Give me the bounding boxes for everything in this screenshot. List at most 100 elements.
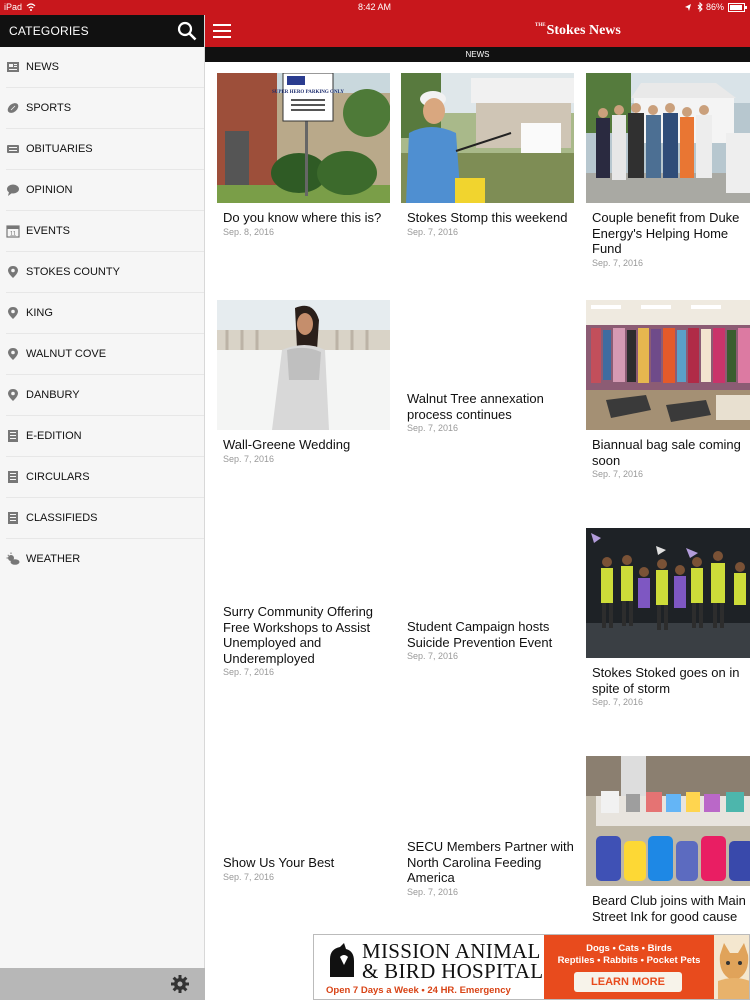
category-list: NEWS SPORTS OBITUARIES OPINION 11 EVENTS… bbox=[0, 47, 204, 580]
sidebar-item-classifieds[interactable]: CLASSIFIEDS bbox=[6, 498, 204, 539]
location-pin-icon bbox=[8, 266, 18, 278]
search-icon[interactable] bbox=[177, 21, 197, 41]
bride-photo bbox=[217, 300, 390, 430]
newspaper-icon bbox=[7, 62, 19, 72]
sidebar-item-e-edition[interactable]: E-EDITION bbox=[6, 416, 204, 457]
article-card[interactable]: Student Campaign hosts Suicide Preventio… bbox=[401, 612, 576, 661]
sidebar-item-weather[interactable]: WEATHER bbox=[6, 539, 204, 580]
ad-services-area: Dogs • Cats • Birds Reptiles • Rabbits •… bbox=[544, 935, 714, 999]
sidebar-item-label: CIRCULARS bbox=[26, 471, 90, 483]
ad-animals-line1: Dogs • Cats • Birds bbox=[586, 943, 672, 954]
article-card[interactable]: Surry Community Offering Free Workshops … bbox=[217, 597, 392, 677]
article-card[interactable]: Biannual bag sale coming soon Sep. 7, 20… bbox=[586, 300, 750, 479]
learn-more-button[interactable]: LEARN MORE bbox=[574, 972, 682, 992]
battery-percent: 86% bbox=[706, 2, 725, 12]
sidebar-item-walnut-cove[interactable]: WALNUT COVE bbox=[6, 334, 204, 375]
article-date: Sep. 7, 2016 bbox=[407, 886, 459, 897]
article-title: Beard Club joins with Main Street Ink fo… bbox=[592, 893, 746, 924]
battery-icon bbox=[728, 3, 747, 12]
sidebar-item-label: WEATHER bbox=[26, 553, 81, 565]
sidebar-item-label: EVENTS bbox=[26, 225, 71, 237]
article-title: Walnut Tree annexation process continues bbox=[407, 391, 544, 422]
sidebar-title: CATEGORIES bbox=[9, 24, 89, 38]
location-pin-icon bbox=[8, 307, 18, 319]
article-title: SECU Members Partner with North Carolina… bbox=[407, 839, 574, 885]
document-icon bbox=[8, 430, 18, 442]
sidebar-item-circulars[interactable]: CIRCULARS bbox=[6, 457, 204, 498]
ad-tagline: Open 7 Days a Week • 24 HR. Emergency bbox=[326, 985, 511, 996]
sidebar-item-label: DANBURY bbox=[26, 389, 80, 401]
article-card[interactable]: SECU Members Partner with North Carolina… bbox=[401, 832, 576, 897]
sidebar-item-label: WALNUT COVE bbox=[26, 348, 107, 360]
football-icon bbox=[7, 103, 19, 113]
article-date: Sep. 8, 2016 bbox=[223, 226, 275, 237]
article-thumbnail bbox=[586, 73, 750, 203]
sidebar-item-danbury[interactable]: DANBURY bbox=[6, 375, 204, 416]
article-grid: SUPER HERO PARKING ONLY Do you know wher… bbox=[205, 62, 750, 952]
wifi-icon bbox=[26, 3, 36, 11]
sidebar-item-events[interactable]: 11 EVENTS bbox=[6, 211, 204, 252]
article-date: Sep. 7, 2016 bbox=[407, 226, 459, 237]
hamburger-menu-icon[interactable] bbox=[213, 24, 231, 38]
article-date: Sep. 7, 2016 bbox=[407, 651, 459, 661]
article-card[interactable]: Couple benefit from Duke Energy's Helpin… bbox=[586, 73, 750, 268]
article-date: Sep. 7, 2016 bbox=[223, 871, 275, 882]
document-icon bbox=[8, 471, 18, 483]
kitten-photo bbox=[714, 935, 749, 999]
sidebar-item-opinion[interactable]: OPINION bbox=[6, 170, 204, 211]
article-card[interactable]: SUPER HERO PARKING ONLY Do you know wher… bbox=[217, 73, 392, 237]
sidebar-item-sports[interactable]: SPORTS bbox=[6, 88, 204, 129]
article-title: Stokes Stomp this weekend bbox=[407, 210, 568, 225]
article-title: Show Us Your Best bbox=[223, 855, 335, 870]
clothing-rack-photo bbox=[586, 300, 750, 430]
group-photo bbox=[586, 73, 750, 203]
categories-sidebar: CATEGORIES NEWS SPORTS OBITUARIES OPINIO… bbox=[0, 15, 205, 1000]
sidebar-item-king[interactable]: KING bbox=[6, 293, 204, 334]
ad-kitten-image bbox=[714, 935, 749, 999]
ad-line2: & BIRD HOSPITAL bbox=[362, 959, 544, 983]
logo-the: THE bbox=[535, 23, 546, 28]
article-title: Do you know where this is? bbox=[223, 210, 382, 225]
article-thumbnail bbox=[586, 528, 750, 658]
device-label: iPad bbox=[4, 2, 23, 12]
sidebar-item-label: SPORTS bbox=[26, 102, 72, 114]
dog-bird-logo-icon bbox=[330, 943, 354, 977]
sidebar-item-news[interactable]: NEWS bbox=[6, 47, 204, 88]
article-date: Sep. 7, 2016 bbox=[592, 469, 644, 479]
ad-banner[interactable]: MISSION ANIMAL & BIRD HOSPITAL Open 7 Da… bbox=[313, 934, 750, 1000]
sidebar-item-label: STOKES COUNTY bbox=[26, 266, 120, 278]
article-title: Biannual bag sale coming soon bbox=[592, 437, 741, 468]
gear-icon[interactable] bbox=[170, 974, 190, 994]
article-thumbnail bbox=[586, 756, 750, 886]
article-date: Sep. 7, 2016 bbox=[592, 697, 644, 707]
bluetooth-icon bbox=[697, 2, 703, 13]
speech-bubble-icon bbox=[7, 184, 19, 196]
document-icon bbox=[8, 512, 18, 524]
app-header: THEStokes News bbox=[205, 15, 750, 47]
sidebar-item-label: KING bbox=[26, 307, 53, 319]
article-card[interactable]: Walnut Tree annexation process continues… bbox=[401, 384, 576, 433]
sidebar-item-stokes-county[interactable]: STOKES COUNTY bbox=[6, 252, 204, 293]
article-card[interactable]: Beard Club joins with Main Street Ink fo… bbox=[586, 756, 750, 924]
svg-text:11: 11 bbox=[10, 232, 17, 238]
sidebar-item-label: OBITUARIES bbox=[26, 143, 93, 155]
article-card[interactable]: Stokes Stomp this weekend Sep. 7, 2016 bbox=[401, 73, 576, 237]
stokes-news-logo[interactable]: THEStokes News bbox=[535, 23, 621, 39]
article-card[interactable]: Stokes Stoked goes on in spite of storm … bbox=[586, 528, 750, 707]
backpacks-photo bbox=[586, 756, 750, 886]
article-card[interactable]: Show Us Your Best Sep. 7, 2016 bbox=[217, 848, 392, 882]
article-title: Surry Community Offering Free Workshops … bbox=[223, 604, 374, 666]
article-title: Student Campaign hosts Suicide Preventio… bbox=[407, 619, 553, 650]
article-thumbnail bbox=[586, 300, 750, 430]
sign-text: SUPER HERO PARKING ONLY bbox=[272, 90, 344, 95]
sign-photo: SUPER HERO PARKING ONLY bbox=[217, 73, 390, 203]
sidebar-item-obituaries[interactable]: OBITUARIES bbox=[6, 129, 204, 170]
section-title: NEWS bbox=[205, 47, 750, 62]
obituary-icon bbox=[7, 145, 19, 153]
article-date: Sep. 7, 2016 bbox=[223, 667, 275, 677]
sidebar-item-label: OPINION bbox=[26, 184, 73, 196]
logo-text: Stokes News bbox=[546, 23, 621, 38]
clock: 8:42 AM bbox=[358, 2, 392, 12]
article-card[interactable]: Wall-Greene Wedding Sep. 7, 2016 bbox=[217, 300, 392, 464]
article-title: Stokes Stoked goes on in spite of storm bbox=[592, 665, 740, 696]
